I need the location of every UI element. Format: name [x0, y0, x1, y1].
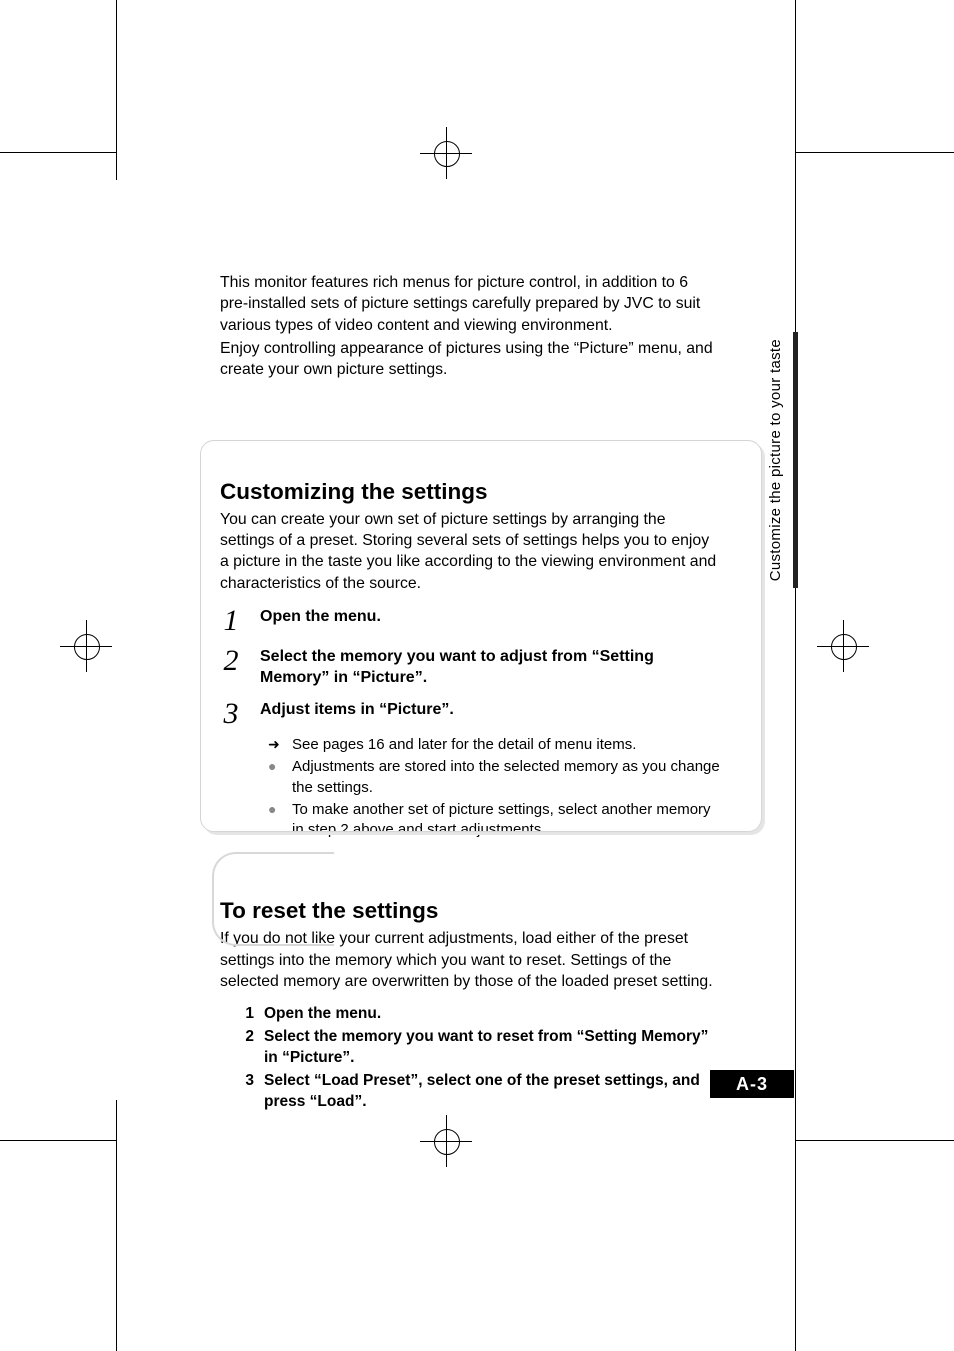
step-subnotes: ➜ See pages 16 and later for the detail …: [268, 735, 720, 840]
reset-step: Open the menu.: [240, 1004, 720, 1025]
subnote-text: To make another set of picture settings,…: [292, 800, 720, 841]
reset-step-text: Select the memory you want to reset from…: [264, 1027, 720, 1069]
reset-step: Select the memory you want to reset from…: [240, 1027, 720, 1069]
page-content: This monitor features rich menus for pic…: [220, 272, 720, 1115]
intro-block: This monitor features rich menus for pic…: [220, 272, 720, 419]
step-text: Open the menu.: [260, 606, 720, 628]
reset-step: Select “Load Preset”, select one of the …: [240, 1071, 720, 1113]
step-text: Adjust items in “Picture”.: [260, 699, 720, 721]
step-row: 3 Adjust items in “Picture”.: [220, 699, 720, 729]
subnote: ➜ See pages 16 and later for the detail …: [268, 735, 720, 755]
step-row: 2 Select the memory you want to adjust f…: [220, 646, 720, 689]
subnote-text: See pages 16 and later for the detail of…: [292, 735, 720, 755]
bullet-icon: ●: [268, 800, 284, 841]
subnote-text: Adjustments are stored into the selected…: [292, 757, 720, 798]
reset-step-text: Open the menu.: [264, 1004, 381, 1025]
crop-mark: [0, 152, 116, 153]
registration-mark: [420, 127, 472, 179]
bullet-icon: ●: [268, 757, 284, 798]
step-text: Select the memory you want to adjust fro…: [260, 646, 720, 689]
step-number: 3: [220, 699, 242, 729]
reset-steps-list: Open the menu. Select the memory you wan…: [240, 1004, 720, 1113]
crop-mark: [116, 0, 117, 180]
intro-paragraph: This monitor features rich menus for pic…: [220, 272, 720, 336]
reset-step-text: Select “Load Preset”, select one of the …: [264, 1071, 720, 1113]
registration-mark: [817, 620, 869, 672]
crop-mark: [116, 1100, 117, 1351]
side-tab-bar: [793, 332, 798, 588]
step-row: 1 Open the menu.: [220, 606, 720, 636]
section-lead: If you do not like your current adjustme…: [220, 928, 720, 992]
crop-mark: [796, 1140, 954, 1141]
side-tab: Customize the picture to your taste: [755, 332, 795, 588]
section-heading-customize: Customizing the settings: [220, 479, 720, 505]
step-number: 1: [220, 606, 242, 636]
arrow-icon: ➜: [268, 735, 284, 755]
subnote: ● Adjustments are stored into the select…: [268, 757, 720, 798]
registration-mark: [60, 620, 112, 672]
subnote: ● To make another set of picture setting…: [268, 800, 720, 841]
section-lead: You can create your own set of picture s…: [220, 509, 720, 594]
section-heading-reset: To reset the settings: [220, 898, 720, 924]
page-number: A-3: [710, 1070, 794, 1098]
crop-mark: [796, 152, 954, 153]
side-tab-label: Customize the picture to your taste: [767, 339, 784, 581]
crop-mark: [0, 1140, 116, 1141]
intro-paragraph: Enjoy controlling appearance of pictures…: [220, 338, 720, 381]
crop-mark: [795, 0, 796, 1351]
step-number: 2: [220, 646, 242, 689]
registration-mark: [420, 1115, 472, 1167]
